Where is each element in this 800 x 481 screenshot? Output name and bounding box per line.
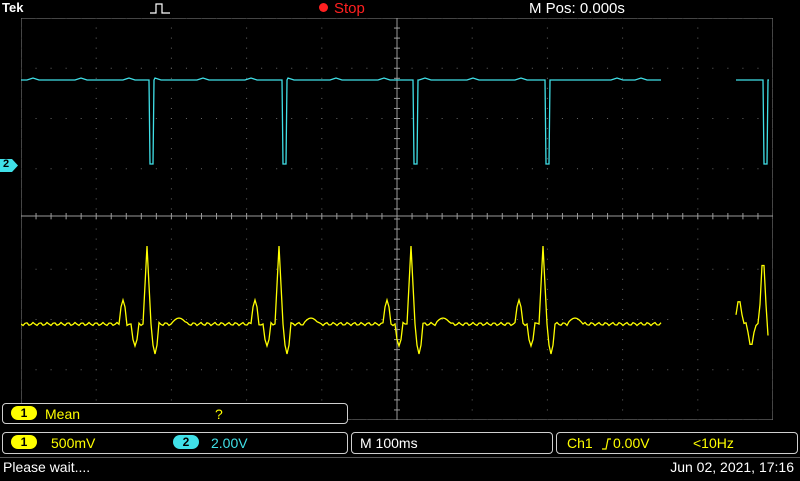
trigger-level: 0.00V: [613, 435, 650, 451]
timebase-readout[interactable]: M 100ms: [351, 432, 553, 454]
ch2-scale: 2.00V: [211, 435, 248, 451]
ch1-scale: 500mV: [51, 435, 96, 451]
status-message: Please wait....: [3, 459, 91, 475]
timebase-value: M 100ms: [360, 435, 418, 451]
marker-label: 2: [3, 158, 10, 170]
status-datetime: Jun 02, 2021, 17:16: [670, 459, 794, 475]
channel-2-ground-marker[interactable]: 2: [0, 158, 18, 172]
measurement-readout[interactable]: 1 Mean ?: [2, 403, 348, 424]
acquisition-state: Stop: [334, 0, 365, 17]
trigger-pulse-icon: [150, 3, 170, 14]
measurement-type: Mean: [45, 406, 81, 422]
bottom-status-bar: Please wait.... Jun 02, 2021, 17:16: [0, 457, 800, 481]
measurement-value: ?: [215, 406, 223, 422]
ch1-badge: 1: [11, 435, 37, 449]
trigger-frequency: <10Hz: [693, 435, 734, 451]
ch2-badge: 2: [173, 435, 199, 449]
trigger-readout[interactable]: Ch1 0.00V <10Hz: [556, 432, 798, 454]
rising-edge-icon: [602, 438, 611, 450]
horizontal-position: M Pos: 0.000s: [529, 0, 625, 17]
top-status-bar: Tek Stop M Pos: 0.000s: [0, 0, 800, 18]
measurement-channel-badge: 1: [11, 406, 37, 420]
waveform-display: [21, 18, 773, 420]
brand-logo: Tek: [2, 0, 24, 15]
vertical-settings[interactable]: 1 500mV 2 2.00V: [2, 432, 348, 454]
trigger-source: Ch1: [567, 435, 593, 451]
stop-indicator-icon: [319, 3, 328, 12]
